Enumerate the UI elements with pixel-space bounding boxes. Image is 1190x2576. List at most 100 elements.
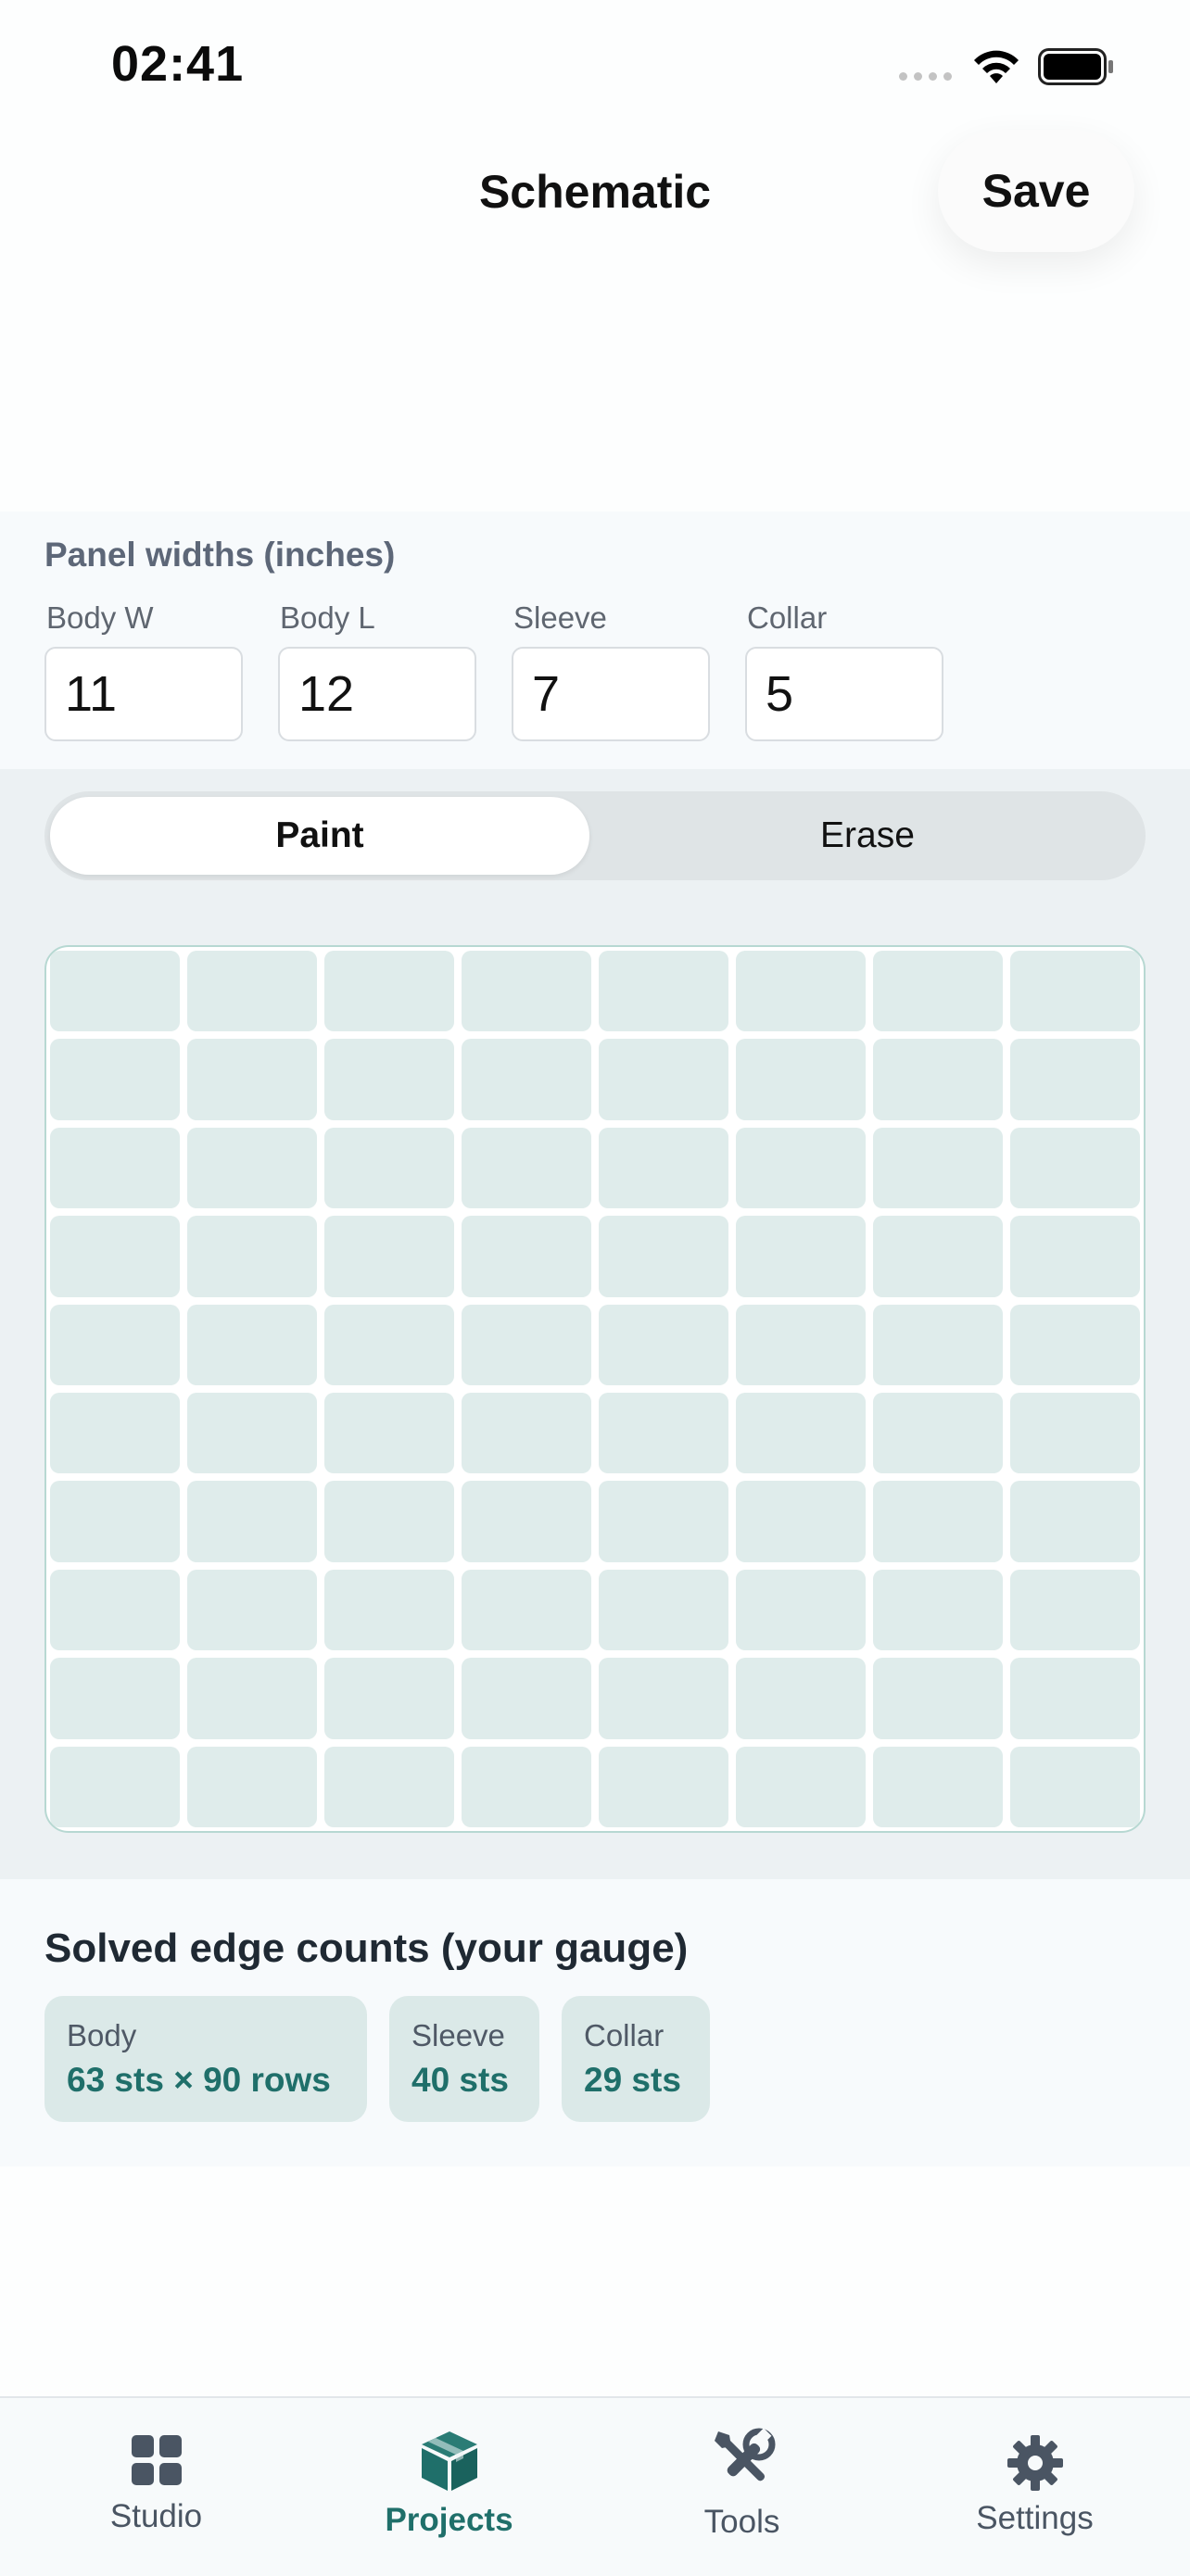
erase-mode-button[interactable]: Erase (589, 797, 1146, 875)
grid-cell[interactable] (324, 1216, 454, 1297)
grid-cell[interactable] (599, 1569, 728, 1651)
paint-mode-button[interactable]: Paint (50, 797, 589, 875)
grid-cell[interactable] (324, 1039, 454, 1120)
grid-cell[interactable] (736, 1658, 866, 1739)
grid-cell[interactable] (324, 1393, 454, 1474)
grid-cell[interactable] (736, 1304, 866, 1385)
chip-value: 29 sts (584, 2061, 681, 2099)
grid-cell[interactable] (50, 1127, 180, 1209)
grid-cell[interactable] (736, 1393, 866, 1474)
grid-cell[interactable] (736, 1127, 866, 1209)
grid-cell[interactable] (187, 1039, 317, 1120)
grid-cell[interactable] (187, 951, 317, 1032)
grid-cell[interactable] (1010, 1746, 1140, 1827)
grid-cell[interactable] (462, 1569, 591, 1651)
grid-cell[interactable] (873, 1304, 1003, 1385)
grid-cell[interactable] (324, 1658, 454, 1739)
collar-input[interactable]: 5 (745, 647, 943, 741)
grid-cell[interactable] (324, 1481, 454, 1562)
grid-cell[interactable] (50, 1569, 180, 1651)
grid-cell[interactable] (1010, 1127, 1140, 1209)
sleeve-count-chip: Sleeve 40 sts (389, 1996, 539, 2122)
grid-cell[interactable] (1010, 1393, 1140, 1474)
grid-cell[interactable] (50, 1746, 180, 1827)
schematic-grid[interactable] (44, 945, 1146, 1833)
grid-cell[interactable] (324, 1569, 454, 1651)
grid-cell[interactable] (462, 1746, 591, 1827)
grid-cell[interactable] (462, 1481, 591, 1562)
grid-cell[interactable] (50, 1216, 180, 1297)
grid-cell[interactable] (187, 1127, 317, 1209)
grid-cell[interactable] (736, 1216, 866, 1297)
grid-cell[interactable] (1010, 1569, 1140, 1651)
grid-cell[interactable] (50, 1658, 180, 1739)
tab-tools[interactable]: Tools (593, 2396, 891, 2574)
grid-cell[interactable] (50, 1304, 180, 1385)
grid-cell[interactable] (50, 951, 180, 1032)
grid-cell[interactable] (736, 1746, 866, 1827)
grid-cell[interactable] (599, 1658, 728, 1739)
tab-projects[interactable]: Projects (300, 2396, 598, 2574)
grid-cell[interactable] (1010, 1658, 1140, 1739)
grid-cell[interactable] (599, 1039, 728, 1120)
grid-cell[interactable] (736, 1481, 866, 1562)
grid-cell[interactable] (324, 951, 454, 1032)
grid-cell[interactable] (462, 1658, 591, 1739)
grid-cell[interactable] (187, 1569, 317, 1651)
grid-cell[interactable] (599, 1216, 728, 1297)
grid-cell[interactable] (599, 951, 728, 1032)
grid-cell[interactable] (873, 951, 1003, 1032)
chip-value: 40 sts (411, 2061, 509, 2099)
grid-cell[interactable] (50, 1393, 180, 1474)
grid-cell[interactable] (599, 1746, 728, 1827)
grid-cell[interactable] (873, 1216, 1003, 1297)
grid-cell[interactable] (736, 1569, 866, 1651)
grid-cell[interactable] (462, 951, 591, 1032)
grid-cell[interactable] (187, 1304, 317, 1385)
grid-cell[interactable] (873, 1658, 1003, 1739)
grid-cell[interactable] (462, 1393, 591, 1474)
collar-label: Collar (747, 600, 828, 635)
grid-cell[interactable] (873, 1393, 1003, 1474)
grid-cell[interactable] (1010, 1039, 1140, 1120)
grid-cell[interactable] (1010, 951, 1140, 1032)
grid-cell[interactable] (187, 1658, 317, 1739)
grid-cell[interactable] (324, 1304, 454, 1385)
grid-cell[interactable] (324, 1127, 454, 1209)
grid-cell[interactable] (187, 1393, 317, 1474)
grid-cell[interactable] (50, 1039, 180, 1120)
grid-cell[interactable] (599, 1481, 728, 1562)
tab-studio[interactable]: Studio (7, 2396, 305, 2574)
body-length-input[interactable]: 12 (278, 647, 476, 741)
save-button[interactable]: Save (938, 130, 1134, 252)
grid-cell[interactable] (873, 1746, 1003, 1827)
grid-cell[interactable] (599, 1393, 728, 1474)
grid-cell[interactable] (873, 1569, 1003, 1651)
grid-cell[interactable] (1010, 1304, 1140, 1385)
battery-icon (1038, 48, 1113, 85)
grid-cell[interactable] (462, 1216, 591, 1297)
body-width-label: Body W (46, 600, 154, 635)
tab-label: Tools (703, 2504, 780, 2540)
grid-cell[interactable] (462, 1127, 591, 1209)
grid-cell[interactable] (462, 1039, 591, 1120)
grid-cell[interactable] (736, 1039, 866, 1120)
grid-cell[interactable] (187, 1746, 317, 1827)
grid-cell[interactable] (1010, 1481, 1140, 1562)
grid-cell[interactable] (50, 1481, 180, 1562)
grid-cell[interactable] (599, 1304, 728, 1385)
grid-cell[interactable] (187, 1216, 317, 1297)
grid-cell[interactable] (873, 1039, 1003, 1120)
grid-cell[interactable] (324, 1746, 454, 1827)
grid-cell[interactable] (736, 951, 866, 1032)
tab-settings[interactable]: Settings (886, 2396, 1184, 2574)
grid-cell[interactable] (873, 1127, 1003, 1209)
grid-cell[interactable] (187, 1481, 317, 1562)
grid-cell[interactable] (1010, 1216, 1140, 1297)
grid-cell[interactable] (873, 1481, 1003, 1562)
grid-cell[interactable] (462, 1304, 591, 1385)
body-width-input[interactable]: 11 (44, 647, 243, 741)
grid-icon (131, 2435, 182, 2485)
sleeve-input[interactable]: 7 (512, 647, 710, 741)
grid-cell[interactable] (599, 1127, 728, 1209)
